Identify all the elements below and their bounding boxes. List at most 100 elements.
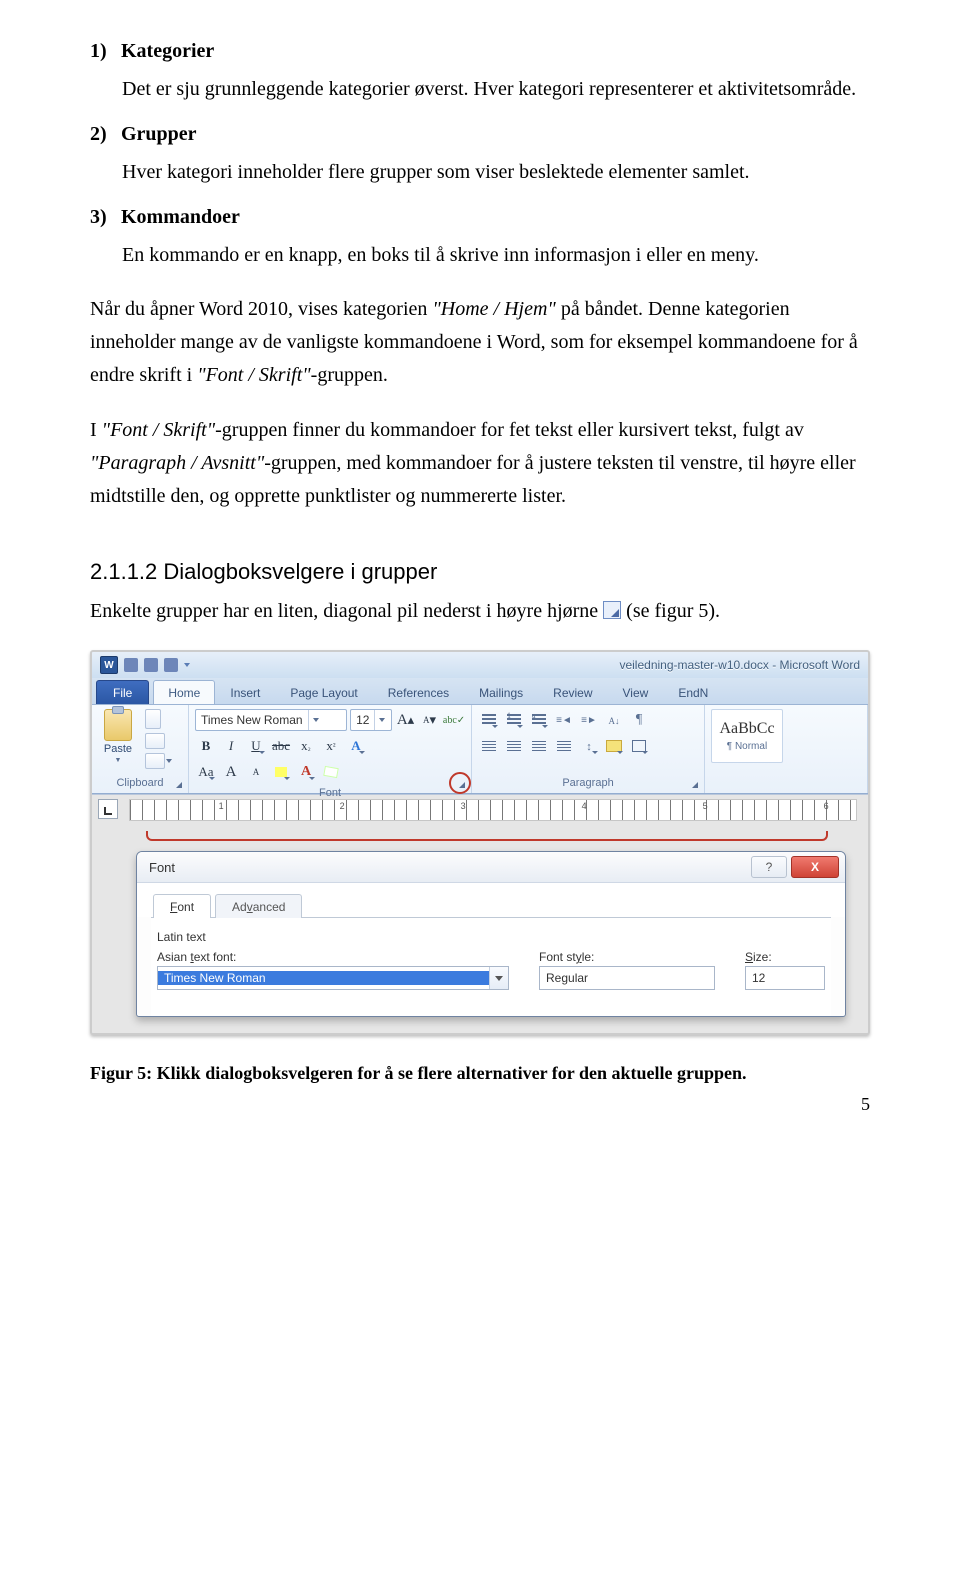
style-normal[interactable]: AaBbCc ¶ Normal: [711, 709, 783, 763]
shrink-font-2-button[interactable]: A: [245, 761, 267, 783]
align-left-button[interactable]: [478, 735, 500, 757]
font-size-field[interactable]: 12: [745, 966, 825, 990]
quick-access-toolbar: [124, 658, 190, 672]
qat-undo-icon[interactable]: [144, 658, 158, 672]
grow-font-2-button[interactable]: A: [220, 761, 242, 783]
tab-file[interactable]: File: [96, 680, 149, 704]
format-painter-button[interactable]: [145, 753, 165, 769]
page-number: 5: [90, 1094, 870, 1115]
font-dialog: Font ? X FFontont AdvancedAdvanced Latin: [136, 851, 846, 1017]
group-label-font: Font: [195, 787, 465, 799]
tab-insert[interactable]: Insert: [215, 680, 275, 704]
group-label-paragraph: Paragraph: [478, 775, 698, 791]
window-titlebar: W veiledning-master-w10.docx - Microsoft…: [92, 652, 868, 678]
figure-caption: Figur 5: Klikk dialogboksvelgeren for å …: [90, 1063, 870, 1084]
dialog-tab-advanced[interactable]: AdvancedAdvanced: [215, 894, 302, 918]
list-body-2: Hver kategori inneholder flere grupper s…: [122, 156, 870, 188]
underline-button[interactable]: U: [245, 735, 267, 757]
justify-button[interactable]: [553, 735, 575, 757]
font-style-field[interactable]: Regular: [539, 966, 715, 990]
tab-home[interactable]: Home: [153, 680, 215, 704]
font-name-combo[interactable]: Times New Roman: [195, 709, 347, 731]
callout-bracket: [146, 831, 828, 841]
spell-check-icon[interactable]: abc✓: [443, 709, 465, 731]
document-area: Font ? X FFontont AdvancedAdvanced Latin: [92, 821, 868, 1033]
paste-button[interactable]: Paste ▼: [98, 709, 138, 775]
word-logo-icon: W: [100, 656, 118, 674]
tab-page-layout[interactable]: Page Layout: [275, 680, 372, 704]
font-size-combo[interactable]: 12: [350, 709, 392, 731]
shading-button[interactable]: [603, 735, 625, 757]
list-body-1: Det er sju grunnleggende kategorier øver…: [122, 73, 870, 105]
shrink-font-button[interactable]: A▾: [419, 709, 440, 731]
change-case-button[interactable]: Aa: [195, 761, 217, 783]
paragraph-2: I "Font / Skrift"-gruppen finner du komm…: [90, 414, 870, 513]
tab-mailings[interactable]: Mailings: [464, 680, 538, 704]
qat-save-icon[interactable]: [124, 658, 138, 672]
copy-button[interactable]: [145, 733, 165, 749]
dialog-tab-font[interactable]: FFontont: [153, 894, 211, 918]
grow-font-button[interactable]: A▴: [395, 709, 416, 731]
paragraph-1: Når du åpner Word 2010, vises kategorien…: [90, 293, 870, 392]
numbering-button[interactable]: [503, 709, 525, 731]
decrease-indent-button[interactable]: ≡◄: [553, 709, 575, 731]
list-num-3: 3): [90, 206, 116, 229]
tab-references[interactable]: References: [373, 680, 464, 704]
strikethrough-button[interactable]: abc: [270, 735, 292, 757]
increase-indent-button[interactable]: ≡►: [578, 709, 600, 731]
list-num-1: 1): [90, 40, 116, 63]
dialog-titlebar[interactable]: Font ? X: [137, 852, 845, 883]
paragraph-dialog-launcher[interactable]: [686, 776, 700, 790]
borders-button[interactable]: [628, 735, 650, 757]
ribbon: Paste ▼ Clipboard Tim: [92, 705, 868, 794]
dialog-close-button[interactable]: X: [791, 856, 839, 878]
tab-selector[interactable]: [98, 799, 118, 819]
dialog-group-latin: Latin text: [157, 930, 825, 944]
multilevel-list-button[interactable]: [528, 709, 550, 731]
sort-button[interactable]: [603, 709, 625, 731]
asian-font-field[interactable]: Times New Roman: [157, 966, 509, 990]
highlight-button[interactable]: [270, 761, 292, 783]
list-num-2: 2): [90, 123, 116, 146]
dialog-help-button[interactable]: ?: [751, 856, 787, 878]
list-body-3: En kommando er en knapp, en boks til å s…: [122, 239, 870, 271]
list-title-3: Kommandoer: [121, 206, 240, 228]
font-dialog-launcher[interactable]: [453, 776, 467, 790]
ribbon-tabs: File Home Insert Page Layout References …: [92, 678, 868, 705]
subscript-button[interactable]: x₂: [295, 735, 317, 757]
bold-button[interactable]: B: [195, 735, 217, 757]
text-effects-button[interactable]: A: [345, 735, 367, 757]
bullets-button[interactable]: [478, 709, 500, 731]
dropdown-arrow-icon[interactable]: [489, 967, 508, 989]
group-styles: AaBbCc ¶ Normal: [705, 705, 868, 793]
italic-button[interactable]: I: [220, 735, 242, 757]
font-style-label: Font style:: [539, 950, 715, 964]
group-clipboard: Paste ▼ Clipboard: [92, 705, 189, 793]
subsection-heading: 2.1.1.2 Dialogboksvelgere i grupper: [90, 559, 870, 585]
clipboard-dialog-launcher[interactable]: [170, 776, 184, 790]
align-center-button[interactable]: [503, 735, 525, 757]
qat-redo-icon[interactable]: [164, 658, 178, 672]
tab-endnote[interactable]: EndN: [663, 680, 723, 704]
window-title: veiledning-master-w10.docx - Microsoft W…: [619, 658, 860, 672]
asian-font-label: Asian text font:: [157, 950, 509, 964]
clear-formatting-button[interactable]: [320, 761, 342, 783]
paste-icon: [104, 709, 132, 741]
list-title-2: Grupper: [121, 123, 197, 145]
align-right-button[interactable]: [528, 735, 550, 757]
dialog-launcher-icon: [603, 601, 621, 619]
font-color-button[interactable]: A: [295, 761, 317, 783]
show-hide-button[interactable]: ¶: [628, 709, 650, 731]
line-spacing-button[interactable]: [578, 735, 600, 757]
cut-button[interactable]: [145, 709, 161, 729]
tab-view[interactable]: View: [608, 680, 664, 704]
paragraph-3: Enkelte grupper har en liten, diagonal p…: [90, 595, 870, 628]
list-title-1: Kategorier: [121, 40, 214, 62]
group-font: Times New Roman 12 A▴ A▾ abc✓ B I U abc: [189, 705, 472, 793]
tab-review[interactable]: Review: [538, 680, 607, 704]
dialog-title: Font: [149, 860, 175, 875]
qat-customize-icon[interactable]: [184, 663, 190, 667]
superscript-button[interactable]: x²: [320, 735, 342, 757]
horizontal-ruler[interactable]: 1 2 3 4 5 6: [129, 799, 857, 821]
group-paragraph: ≡◄ ≡► ¶ Paragraph: [472, 705, 705, 793]
